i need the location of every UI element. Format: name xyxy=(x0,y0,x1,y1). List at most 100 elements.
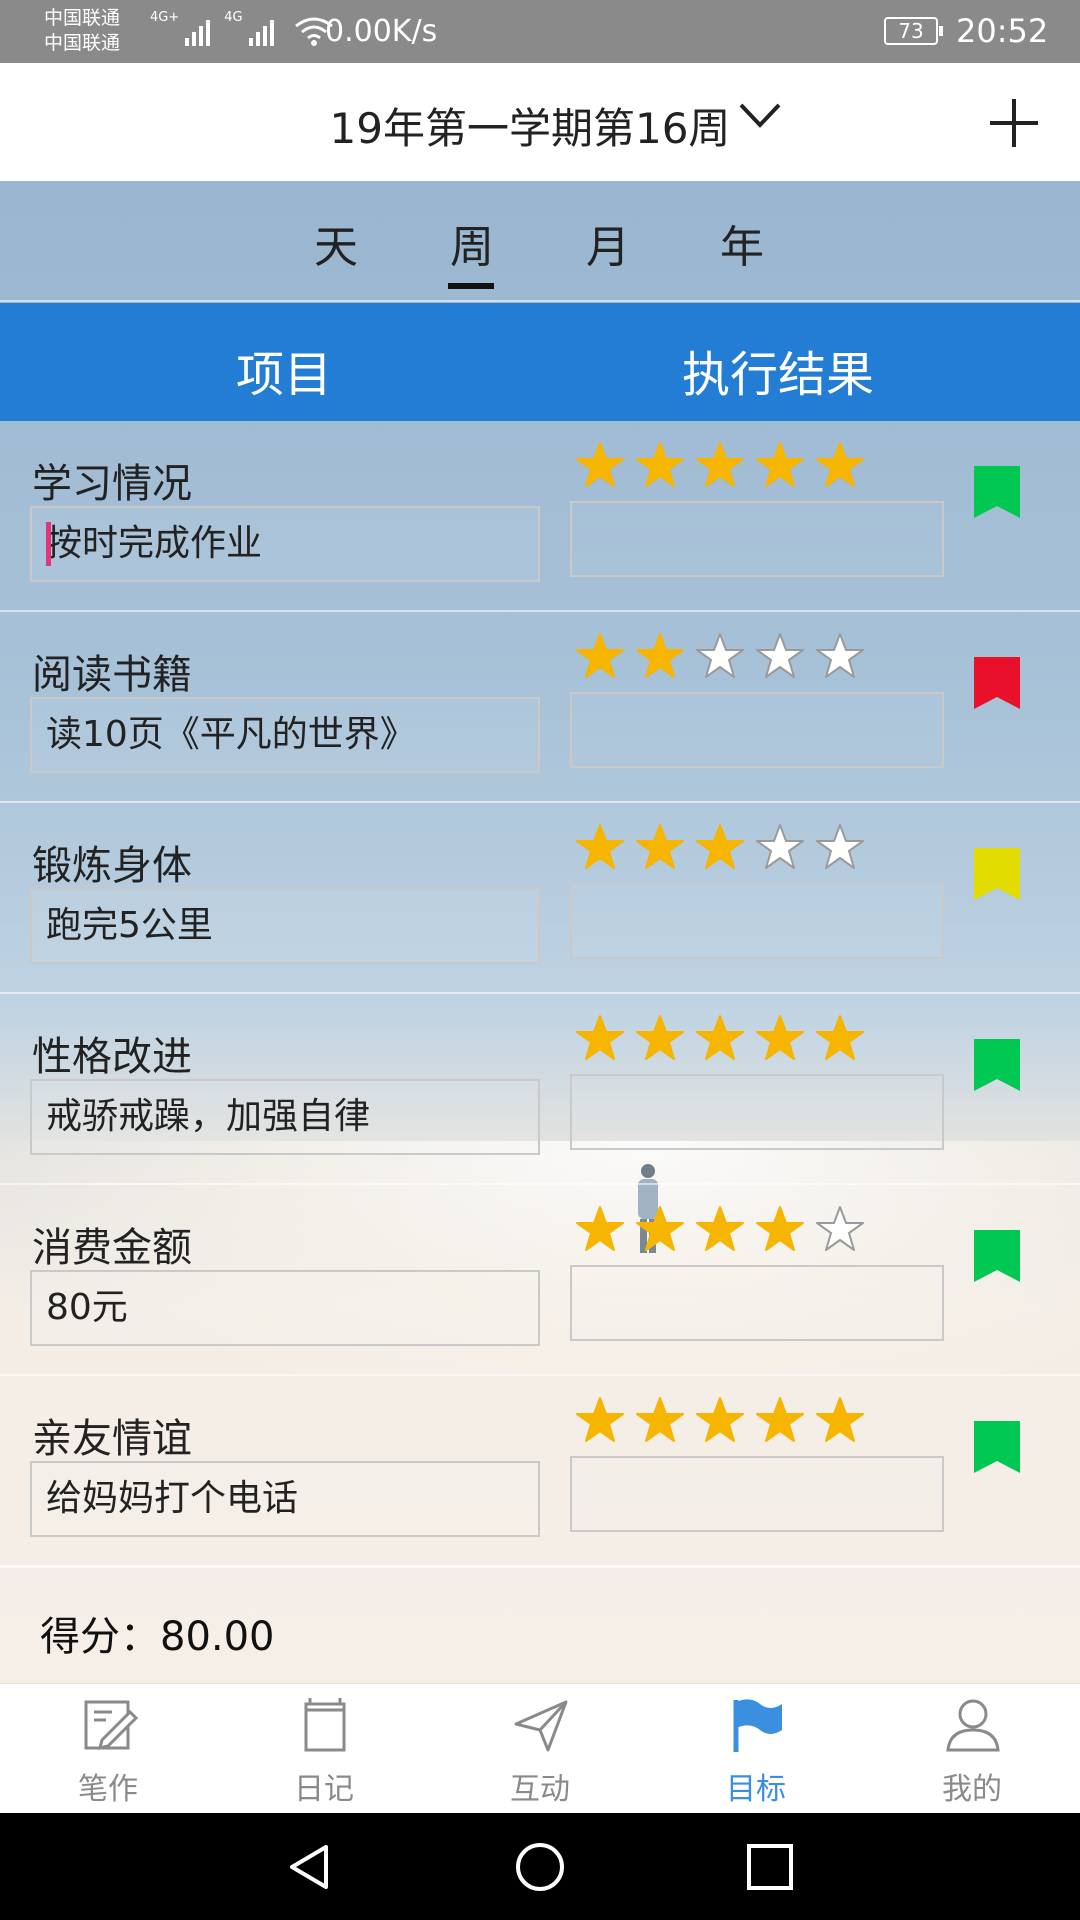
star-filled-icon[interactable] xyxy=(635,441,685,491)
bookmark-flag-icon[interactable] xyxy=(974,466,1020,518)
goal-detail-text: 给妈妈打个电话 xyxy=(46,1478,299,1519)
goal-detail-text: 读10页《平凡的世界》 xyxy=(46,714,416,755)
nav-item-mine[interactable]: 我的 xyxy=(864,1684,1080,1814)
goal-detail-text: 按时完成作业 xyxy=(46,523,263,564)
result-input[interactable] xyxy=(570,883,944,959)
column-header-item: 项目 xyxy=(236,347,333,403)
result-input[interactable] xyxy=(570,1074,944,1150)
bookmark-flag-icon[interactable] xyxy=(974,1230,1020,1282)
result-input[interactable] xyxy=(570,692,944,768)
star-rating[interactable] xyxy=(575,632,865,682)
goal-detail-text: 戒骄戒躁，加强自律 xyxy=(46,1096,371,1137)
star-filled-icon[interactable] xyxy=(815,441,865,491)
tab-day[interactable]: 天 xyxy=(296,211,376,275)
star-filled-icon[interactable] xyxy=(635,1396,685,1446)
signal-icon xyxy=(248,16,274,46)
goal-detail-text: 跑完5公里 xyxy=(46,905,213,946)
paper-plane-icon xyxy=(514,1700,568,1752)
star-filled-icon[interactable] xyxy=(575,1396,625,1446)
star-filled-icon[interactable] xyxy=(635,823,685,873)
star-empty-icon[interactable] xyxy=(815,1205,865,1255)
goal-row: 消费金额 80元 xyxy=(0,1185,1080,1376)
column-header-result: 执行结果 xyxy=(682,347,875,403)
star-filled-icon[interactable] xyxy=(695,441,745,491)
result-input[interactable] xyxy=(570,1456,944,1532)
network-speed: 0.00K/s xyxy=(325,14,438,49)
week-selector[interactable]: 19年第一学期第16周 xyxy=(0,95,1080,156)
star-rating[interactable] xyxy=(575,1396,865,1446)
nav-item-diary[interactable]: 日记 xyxy=(216,1684,432,1814)
nav-item-goals[interactable]: 目标 xyxy=(648,1684,864,1814)
star-filled-icon[interactable] xyxy=(575,1205,625,1255)
star-filled-icon[interactable] xyxy=(755,1396,805,1446)
star-filled-icon[interactable] xyxy=(575,632,625,682)
goal-detail-field[interactable]: 给妈妈打个电话 xyxy=(30,1461,540,1537)
goal-title: 亲友情谊 xyxy=(32,1416,192,1462)
goal-row: 性格改进戒骄戒躁，加强自律 xyxy=(0,994,1080,1185)
star-filled-icon[interactable] xyxy=(755,1014,805,1064)
star-rating[interactable] xyxy=(575,1205,865,1255)
star-empty-icon[interactable] xyxy=(695,632,745,682)
status-bar: 中国联通 中国联通 4G+ 4G 0.00K/s 73 20:52 xyxy=(0,0,1080,63)
diary-book-icon xyxy=(304,1698,346,1752)
goal-title: 阅读书籍 xyxy=(32,652,192,698)
result-input[interactable] xyxy=(570,501,944,577)
goal-detail-field[interactable]: 80元 xyxy=(30,1270,540,1346)
bookmark-flag-icon[interactable] xyxy=(974,657,1020,709)
network-type-2: 4G xyxy=(224,10,243,25)
goal-row: 锻炼身体 跑完5公里 xyxy=(0,803,1080,994)
bookmark-flag-icon[interactable] xyxy=(974,848,1020,900)
star-filled-icon[interactable] xyxy=(755,441,805,491)
goal-detail-field[interactable]: 读10页《平凡的世界》 xyxy=(30,697,540,773)
star-rating[interactable] xyxy=(575,823,865,873)
carrier-labels: 中国联通 中国联通 xyxy=(44,6,120,56)
score-text: 得分：80.00 xyxy=(40,1614,275,1660)
star-filled-icon[interactable] xyxy=(635,1205,685,1255)
app-header: 19年第一学期第16周 xyxy=(0,63,1080,181)
goal-row: 亲友情谊给妈妈打个电话 xyxy=(0,1376,1080,1567)
tab-week[interactable]: 周 xyxy=(432,211,512,289)
goal-title: 消费金额 xyxy=(32,1225,192,1271)
star-filled-icon[interactable] xyxy=(575,823,625,873)
plus-icon[interactable] xyxy=(986,95,1042,151)
star-filled-icon[interactable] xyxy=(695,1396,745,1446)
pen-note-icon xyxy=(84,1700,138,1751)
signal-icon xyxy=(185,16,211,46)
star-filled-icon[interactable] xyxy=(575,1014,625,1064)
tab-month[interactable]: 月 xyxy=(568,211,648,275)
goal-row: 阅读书籍读10页《平凡的世界》 xyxy=(0,612,1080,803)
chevron-down-icon[interactable] xyxy=(738,101,782,131)
back-icon[interactable] xyxy=(284,1841,336,1893)
star-filled-icon[interactable] xyxy=(635,1014,685,1064)
star-filled-icon[interactable] xyxy=(815,1396,865,1446)
divider xyxy=(0,1566,1080,1568)
star-rating[interactable] xyxy=(575,1014,865,1064)
nav-item-interact[interactable]: 互动 xyxy=(432,1684,648,1814)
bookmark-flag-icon[interactable] xyxy=(974,1039,1020,1091)
star-filled-icon[interactable] xyxy=(695,823,745,873)
star-filled-icon[interactable] xyxy=(695,1014,745,1064)
tab-year[interactable]: 年 xyxy=(702,211,782,275)
home-icon[interactable] xyxy=(514,1841,566,1893)
nav-label: 我的 xyxy=(942,1772,1002,1807)
star-empty-icon[interactable] xyxy=(815,632,865,682)
bookmark-flag-icon[interactable] xyxy=(974,1421,1020,1473)
goal-detail-field[interactable]: 按时完成作业 xyxy=(30,506,540,582)
star-filled-icon[interactable] xyxy=(575,441,625,491)
star-filled-icon[interactable] xyxy=(755,1205,805,1255)
star-empty-icon[interactable] xyxy=(755,632,805,682)
nav-item-write[interactable]: 笔作 xyxy=(0,1684,216,1814)
star-filled-icon[interactable] xyxy=(635,632,685,682)
goal-title: 性格改进 xyxy=(32,1034,192,1080)
star-empty-icon[interactable] xyxy=(815,823,865,873)
battery-icon: 73 xyxy=(884,17,943,45)
star-filled-icon[interactable] xyxy=(815,1014,865,1064)
star-filled-icon[interactable] xyxy=(695,1205,745,1255)
goal-detail-field[interactable]: 跑完5公里 xyxy=(30,888,540,964)
result-input[interactable] xyxy=(570,1265,944,1341)
star-rating[interactable] xyxy=(575,441,865,491)
flag-icon xyxy=(733,1699,782,1752)
recents-icon[interactable] xyxy=(744,1841,796,1893)
star-empty-icon[interactable] xyxy=(755,823,805,873)
goal-detail-field[interactable]: 戒骄戒躁，加强自律 xyxy=(30,1079,540,1155)
